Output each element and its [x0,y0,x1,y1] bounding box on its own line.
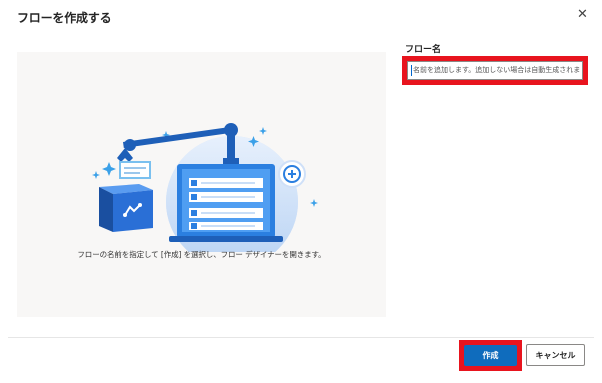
flow-illustration [92,123,318,252]
footer-divider [8,337,594,338]
close-icon[interactable]: ✕ [577,8,588,22]
dialog-title: フローを作成する [17,11,112,25]
create-button[interactable]: 作成 [464,345,517,366]
text-caret [411,64,412,76]
illustration-panel: フローの名前を指定して [作成] を選択し、フロー デザイナーを開きます。 [17,52,386,317]
illustration-caption: フローの名前を指定して [作成] を選択し、フロー デザイナーを開きます。 [77,250,326,259]
flow-name-placeholder: 名前を追加します。追加しない場合は自動生成されま [413,66,581,74]
flow-name-input[interactable]: 名前を追加します。追加しない場合は自動生成されま [407,61,583,80]
cancel-button[interactable]: キャンセル [526,344,585,366]
flow-name-label: フロー名 [405,45,442,55]
